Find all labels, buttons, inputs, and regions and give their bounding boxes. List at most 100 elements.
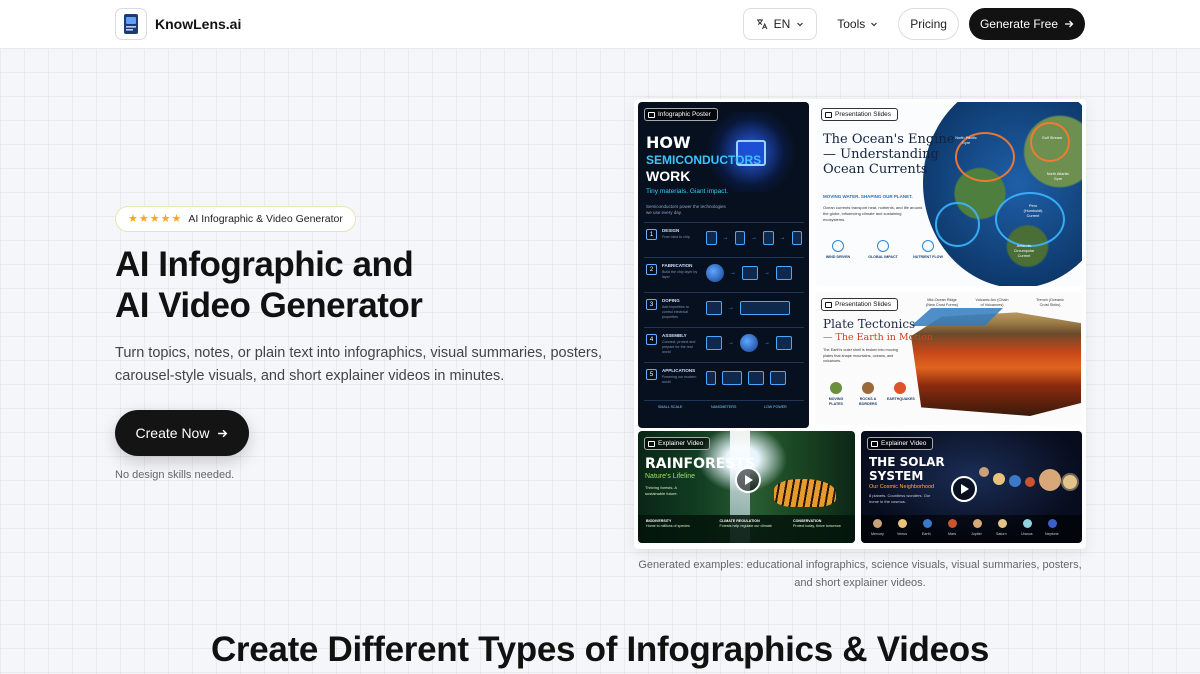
globe-label: North Atlantic Gyre: [1046, 172, 1070, 181]
create-now-button[interactable]: Create Now: [115, 410, 249, 456]
hero-title-line-2: AI Video Generator: [115, 286, 423, 325]
slide-icon: WIND DRIVEN: [823, 240, 853, 260]
planet-icon: [898, 519, 907, 528]
step-graphic: →: [706, 297, 802, 319]
planet-image: [1009, 475, 1021, 487]
current-swirl: [1030, 122, 1070, 162]
info-item: CONSERVATION Protect today, thrive tomorr…: [793, 519, 841, 528]
slide-subhead: MOVING WATER. SHAPING OUR PLANET.: [823, 194, 913, 199]
planet-image: [1063, 475, 1077, 489]
chevron-down-icon: [797, 22, 804, 27]
poster-step: 4 ASSEMBLY Connect, protect and prepare …: [644, 327, 804, 359]
examples-gallery: Infographic Poster HOW SEMICONDUCTORS WO…: [634, 99, 1086, 549]
pricing-button[interactable]: Pricing: [898, 8, 959, 40]
planet-image: [1025, 477, 1035, 487]
planet-label: Saturn: [996, 532, 1007, 536]
star-icon: ★: [160, 212, 171, 225]
planet-label: Uranus: [1021, 532, 1033, 536]
logo-icon: [115, 8, 147, 40]
cta-note: No design skills needed.: [115, 469, 235, 481]
current-swirl: [995, 192, 1065, 247]
video-title-line-1: THE SOLAR: [869, 455, 945, 469]
slide-title: Plate Tectonics: [823, 317, 916, 331]
planet-label: Neptune: [1045, 532, 1059, 536]
card-tag-label: Infographic Poster: [658, 111, 711, 118]
step-label: DOPING: [662, 298, 680, 303]
info-item: CLIMATE REGULATION Forests help regulate …: [719, 519, 772, 528]
step-number: 3: [646, 299, 657, 310]
rating-stars: ★ ★ ★ ★ ★: [128, 212, 182, 225]
video-title-line-2: SYSTEM: [869, 469, 924, 483]
mountain-icon: [862, 382, 874, 394]
brand-name: KnowLens.ai: [155, 16, 242, 32]
tools-label: Tools: [837, 17, 866, 31]
star-icon: ★: [128, 212, 138, 225]
generate-free-label: Generate Free: [979, 17, 1058, 31]
example-card-rainforests[interactable]: Explainer Video RAINFORESTS Nature's Lif…: [638, 431, 855, 543]
footer-item: NANOMETERS: [711, 405, 737, 409]
step-label: DESIGN: [662, 228, 680, 233]
step-graphic: → → →: [706, 227, 802, 249]
chevron-down-icon: [871, 22, 878, 27]
planet-label: Mars: [948, 532, 956, 536]
step-desc: From idea to chip: [662, 235, 690, 239]
card-tag: Presentation Slides: [821, 298, 899, 311]
planet-icon: [973, 519, 982, 528]
tools-menu[interactable]: Tools: [827, 8, 888, 40]
slide-subtitle: — The Earth in Motion: [823, 332, 934, 343]
hero-title-line-1: AI Infographic and: [115, 245, 414, 284]
slide-icon: GLOBAL IMPACT: [868, 240, 898, 260]
poster-step: 1 DESIGN From idea to chip → → →: [644, 222, 804, 254]
globe-icon: [877, 240, 889, 252]
example-card-plate-tectonics[interactable]: Mid-Ocean Ridge (New Crust Forms) Volcan…: [815, 292, 1082, 425]
example-card-solar-system[interactable]: Explainer Video THE SOLAR SYSTEM Our Cos…: [861, 431, 1082, 543]
planet-icon: [923, 519, 932, 528]
step-graphic: [706, 367, 802, 389]
generate-free-button[interactable]: Generate Free: [968, 8, 1085, 40]
brand-logo-link[interactable]: KnowLens.ai: [115, 8, 241, 40]
language-selector[interactable]: EN: [742, 8, 818, 40]
slide-icon: EARTHQUAKES: [887, 382, 915, 407]
planet-label: Venus: [897, 532, 907, 536]
poster-step: 3 DOPING Add impurities to control elect…: [644, 292, 804, 324]
diagram-label: Volcanic Arc (Chain of Volcanoes): [975, 298, 1009, 307]
planet-row: Mercury Venus Earth Mars Jupiter Saturn …: [861, 515, 1082, 543]
slide-icon: ROCKS & BORDERS: [855, 382, 881, 407]
step-label: APPLICATIONS: [662, 368, 696, 373]
example-card-ocean-currents[interactable]: North Pacific Gyre Gulf Stream North Atl…: [815, 102, 1082, 286]
video-body: Thriving forests. A sustainable future.: [645, 485, 678, 496]
create-now-label: Create Now: [135, 425, 210, 441]
video-icon: [871, 440, 878, 447]
badge-label: AI Infographic & Video Generator: [188, 213, 343, 225]
video-title: THE SOLAR SYSTEM: [869, 455, 945, 483]
slide-body: The Earth's outer shell is broken into m…: [823, 348, 898, 363]
flow-icon: [922, 240, 934, 252]
diagram-label: Mid-Ocean Ridge (New Crust Forms): [925, 298, 959, 307]
star-icon: ★: [149, 212, 160, 225]
slide-icon-row: MOVING PLATES ROCKS & BORDERS EARTHQUAKE…: [823, 382, 915, 407]
site-header: KnowLens.ai EN Tools Pricing Generate Fr…: [0, 0, 1200, 49]
card-tag: Infographic Poster: [644, 108, 718, 121]
step-graphic: → →: [706, 332, 802, 354]
hero-title: AI Infographic and AI Video Generator: [115, 244, 423, 326]
top-nav: EN Tools Pricing Generate Free: [742, 8, 1085, 40]
arrow-right-icon: [218, 429, 228, 437]
planet-icon: [998, 519, 1007, 528]
card-tag: Explainer Video: [644, 437, 711, 450]
pricing-label: Pricing: [910, 17, 947, 31]
step-number: 2: [646, 264, 657, 275]
example-card-semiconductors[interactable]: Infographic Poster HOW SEMICONDUCTORS WO…: [638, 102, 809, 428]
poster-step: 5 APPLICATIONS Powering our modern world: [644, 362, 804, 394]
step-desc: Powering our modern world: [662, 375, 697, 384]
planet-label: Mercury: [871, 532, 884, 536]
star-icon: ★: [171, 212, 182, 225]
play-button[interactable]: [951, 476, 977, 502]
globe-label: Antarctic Circumpolar Current: [1013, 244, 1035, 258]
play-button[interactable]: [735, 467, 761, 493]
poster-step: 2 FABRICATION Build the chip layer by la…: [644, 257, 804, 289]
poster-intro: Semiconductors power the technologies we…: [646, 204, 726, 215]
poster-title-a: HOW: [646, 133, 691, 152]
tiger-image: [774, 479, 836, 507]
planet-label: Earth: [922, 532, 931, 536]
step-desc: Connect, protect and prepare for the rea…: [662, 340, 696, 354]
